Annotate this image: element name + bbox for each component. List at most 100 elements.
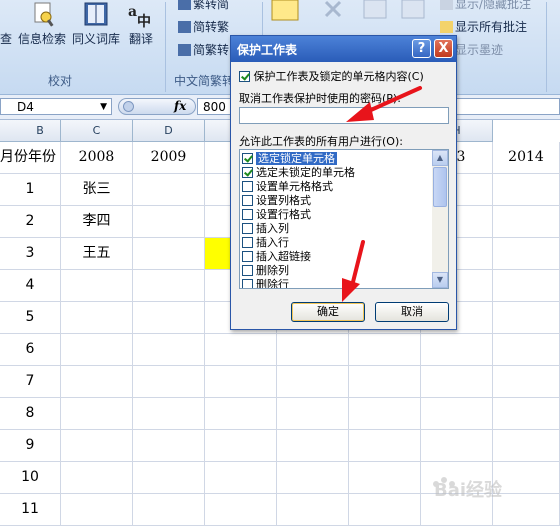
ribbon-button-cha[interactable]: 查 bbox=[0, 0, 14, 60]
row-number-cell[interactable]: 2 bbox=[0, 206, 61, 238]
name-cell[interactable] bbox=[61, 430, 133, 462]
permission-checkbox[interactable] bbox=[242, 279, 253, 288]
grid-cell[interactable] bbox=[277, 334, 349, 366]
row-number-cell[interactable]: 9 bbox=[0, 430, 61, 462]
permission-checkbox[interactable] bbox=[242, 195, 253, 206]
name-cell[interactable] bbox=[61, 302, 133, 334]
grid-cell[interactable] bbox=[133, 462, 205, 494]
grid-cell[interactable] bbox=[493, 270, 560, 302]
grid-cell[interactable] bbox=[421, 398, 493, 430]
close-button[interactable]: X bbox=[434, 39, 453, 58]
permission-checkbox[interactable] bbox=[242, 223, 253, 234]
grid-cell[interactable] bbox=[205, 334, 277, 366]
grid-cell[interactable] bbox=[133, 366, 205, 398]
fx-icon[interactable]: fx bbox=[174, 99, 186, 113]
name-cell[interactable]: 张三 bbox=[61, 174, 133, 206]
row-number-cell[interactable]: 8 bbox=[0, 398, 61, 430]
column-header-b[interactable]: B bbox=[20, 120, 61, 142]
permission-item[interactable]: 设置单元格格式 bbox=[242, 180, 430, 194]
grid-cell[interactable] bbox=[277, 494, 349, 526]
chevron-down-icon[interactable]: ▼ bbox=[100, 99, 107, 116]
row-number-cell[interactable]: 11 bbox=[0, 494, 61, 526]
prev-comment-icon[interactable] bbox=[360, 0, 390, 22]
header-cell[interactable]: 2009 bbox=[133, 142, 205, 174]
new-comment-icon[interactable] bbox=[268, 0, 302, 26]
grid-cell[interactable] bbox=[493, 238, 560, 270]
grid-cell[interactable] bbox=[493, 206, 560, 238]
grid-cell[interactable] bbox=[493, 174, 560, 206]
grid-cell[interactable] bbox=[421, 366, 493, 398]
permission-checkbox[interactable] bbox=[242, 209, 253, 220]
grid-cell[interactable] bbox=[349, 398, 421, 430]
ribbon-button-thesaurus[interactable]: 同义词库 bbox=[70, 0, 122, 60]
resize-knob[interactable] bbox=[123, 101, 134, 112]
name-cell[interactable]: 李四 bbox=[61, 206, 133, 238]
grid-cell[interactable] bbox=[133, 238, 205, 270]
grid-cell[interactable] bbox=[349, 366, 421, 398]
grid-cell[interactable] bbox=[133, 302, 205, 334]
row-number-cell[interactable]: 4 bbox=[0, 270, 61, 302]
grid-cell[interactable] bbox=[493, 302, 560, 334]
permission-checkbox[interactable] bbox=[242, 251, 253, 262]
row-number-cell[interactable]: 5 bbox=[0, 302, 61, 334]
grid-cell[interactable] bbox=[205, 494, 277, 526]
header-cell[interactable]: 月份年份 bbox=[0, 142, 61, 174]
scroll-up-icon[interactable]: ▲ bbox=[432, 150, 448, 166]
permission-item[interactable]: 设置行格式 bbox=[242, 208, 430, 222]
column-header-c[interactable]: C bbox=[61, 120, 133, 142]
next-comment-icon[interactable] bbox=[398, 0, 428, 22]
grid-cell[interactable] bbox=[133, 206, 205, 238]
cancel-button[interactable]: 取消 bbox=[375, 302, 449, 322]
name-cell[interactable] bbox=[61, 398, 133, 430]
ribbon-item-trad-to-simp[interactable]: 繁转简 bbox=[178, 0, 229, 12]
grid-cell[interactable] bbox=[133, 270, 205, 302]
scroll-thumb[interactable] bbox=[433, 167, 447, 207]
name-cell[interactable] bbox=[61, 334, 133, 366]
permission-item[interactable]: 选定锁定单元格 bbox=[242, 152, 430, 166]
header-cell[interactable]: 2014 bbox=[493, 142, 560, 174]
grid-cell[interactable] bbox=[133, 430, 205, 462]
dialog-title-bar[interactable]: 保护工作表 ? X bbox=[231, 36, 456, 62]
grid-cell[interactable] bbox=[205, 366, 277, 398]
grid-cell[interactable] bbox=[421, 334, 493, 366]
name-box[interactable]: D4 ▼ bbox=[0, 98, 112, 115]
help-button[interactable]: ? bbox=[412, 39, 431, 58]
ribbon-item-simp-trad-convert[interactable]: 简繁转 bbox=[178, 41, 229, 58]
row-number-cell[interactable]: 1 bbox=[0, 174, 61, 206]
grid-cell[interactable] bbox=[205, 462, 277, 494]
permission-checkbox[interactable] bbox=[242, 265, 253, 276]
ribbon-item-toggle-comment[interactable]: 显示/隐藏批注 bbox=[440, 0, 531, 12]
protect-contents-checkbox[interactable] bbox=[239, 71, 250, 82]
grid-cell[interactable] bbox=[493, 334, 560, 366]
grid-cell[interactable] bbox=[277, 366, 349, 398]
column-header-d[interactable]: D bbox=[133, 120, 205, 142]
grid-cell[interactable] bbox=[349, 430, 421, 462]
row-number-cell[interactable]: 6 bbox=[0, 334, 61, 366]
permission-item[interactable]: 插入列 bbox=[242, 222, 430, 236]
grid-cell[interactable] bbox=[349, 462, 421, 494]
row-number-cell[interactable]: 3 bbox=[0, 238, 61, 270]
grid-cell[interactable] bbox=[277, 462, 349, 494]
grid-cell[interactable] bbox=[493, 366, 560, 398]
permission-checkbox[interactable] bbox=[242, 181, 253, 192]
grid-cell[interactable] bbox=[349, 494, 421, 526]
grid-cell[interactable] bbox=[133, 334, 205, 366]
permission-item[interactable]: 设置列格式 bbox=[242, 194, 430, 208]
permission-checkbox[interactable] bbox=[242, 237, 253, 248]
scroll-down-icon[interactable]: ▼ bbox=[432, 272, 448, 288]
permission-checkbox[interactable] bbox=[242, 153, 253, 164]
grid-cell[interactable] bbox=[277, 398, 349, 430]
row-number-cell[interactable]: 7 bbox=[0, 366, 61, 398]
grid-cell[interactable] bbox=[133, 174, 205, 206]
ribbon-button-translate[interactable]: a中 翻译 bbox=[124, 0, 158, 60]
grid-cell[interactable] bbox=[133, 494, 205, 526]
ribbon-item-simp-to-trad[interactable]: 简转繁 bbox=[178, 18, 229, 35]
grid-cell[interactable] bbox=[349, 334, 421, 366]
grid-cell[interactable] bbox=[421, 430, 493, 462]
grid-cell[interactable] bbox=[277, 430, 349, 462]
grid-cell[interactable] bbox=[205, 398, 277, 430]
row-number-cell[interactable]: 10 bbox=[0, 462, 61, 494]
name-cell[interactable] bbox=[61, 366, 133, 398]
permission-item[interactable]: 选定未锁定的单元格 bbox=[242, 166, 430, 180]
ribbon-item-show-all-comments[interactable]: 显示所有批注 bbox=[440, 18, 527, 35]
